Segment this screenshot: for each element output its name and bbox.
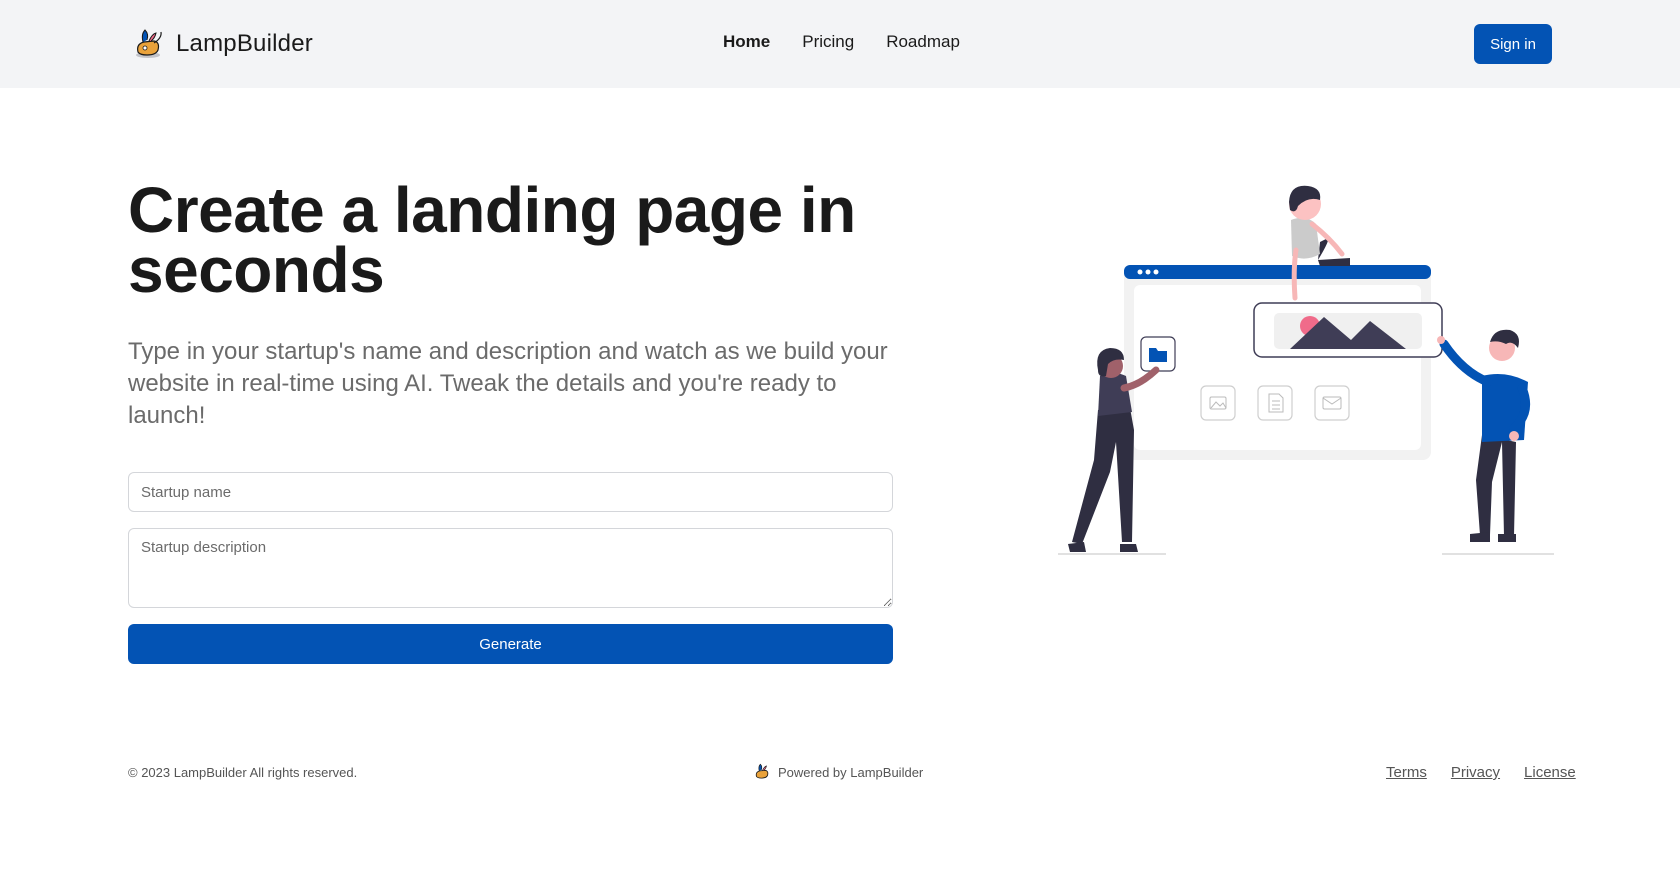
image-icon <box>1200 385 1236 421</box>
footer-copyright: © 2023 LampBuilder All rights reserved. <box>128 765 358 780</box>
startup-name-input[interactable] <box>128 472 893 512</box>
powered-by[interactable]: Powered by LampBuilder <box>752 762 923 782</box>
site-header: LampBuilder Home Pricing Roadmap Sign in <box>0 0 1680 88</box>
brand[interactable]: LampBuilder <box>130 24 313 64</box>
lamp-logo-icon <box>136 29 162 58</box>
footer-link-license[interactable]: License <box>1524 764 1576 781</box>
lamp-logo-icon <box>755 763 769 779</box>
person-right-graphic <box>1437 329 1554 555</box>
hero-illustration <box>1058 185 1554 555</box>
image-card-graphic <box>1253 302 1443 358</box>
brand-name: LampBuilder <box>176 30 313 57</box>
document-icon <box>1257 385 1293 421</box>
footer-link-terms[interactable]: Terms <box>1386 764 1427 781</box>
footer-links: Terms Privacy License <box>1362 764 1576 781</box>
sign-in-button[interactable]: Sign in <box>1474 24 1552 64</box>
powered-by-label: Powered by LampBuilder <box>778 764 924 780</box>
startup-description-input[interactable] <box>128 528 893 608</box>
hero-title: Create a landing page in seconds <box>128 174 856 306</box>
hero-subtitle: Type in your startup's name and descript… <box>128 338 888 429</box>
nav-item-roadmap[interactable]: Roadmap <box>886 32 960 52</box>
generate-button[interactable]: Generate <box>128 624 893 664</box>
mail-icon <box>1314 385 1350 421</box>
main-nav: Home Pricing Roadmap <box>723 32 992 52</box>
footer-link-privacy[interactable]: Privacy <box>1451 764 1500 781</box>
folder-icon <box>1140 336 1176 372</box>
nav-item-home[interactable]: Home <box>723 32 770 52</box>
nav-item-pricing[interactable]: Pricing <box>802 32 854 52</box>
